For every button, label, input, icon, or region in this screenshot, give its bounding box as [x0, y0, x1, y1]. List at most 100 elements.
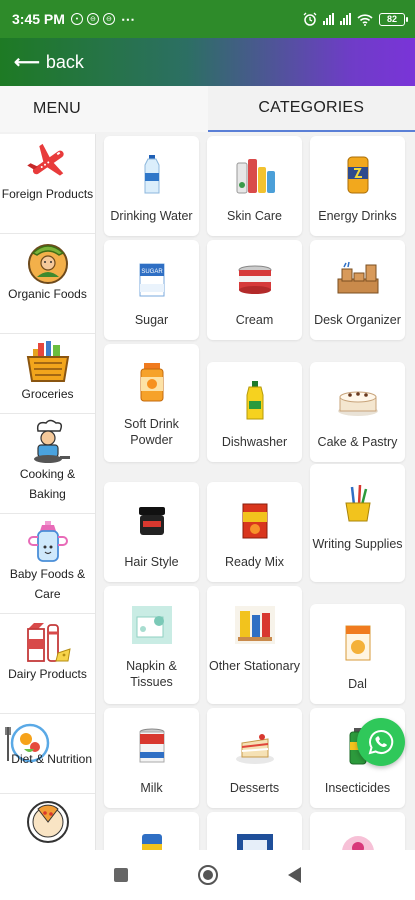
menu-item-label: Diet & Nutrition: [11, 752, 92, 766]
category-card-skin-care[interactable]: Skin Care: [207, 136, 302, 236]
tab-bar: MENU CATEGORIES: [0, 86, 415, 132]
menu-item-label: Foreign Products: [1, 187, 94, 201]
notification-icons: • ⊖ ⊖: [70, 13, 115, 25]
organic-farmer-icon: [24, 240, 72, 284]
home-icon: [203, 870, 213, 880]
menu-item-label: Organic Foods: [8, 287, 87, 301]
menu-item-foreign-products[interactable]: Foreign Products: [0, 134, 95, 234]
category-card-napkin-tissues[interactable]: Napkin & Tissues: [104, 586, 199, 704]
cake-icon: [334, 378, 382, 424]
menu-item-label: Groceries: [21, 387, 74, 401]
energy-drink-can-icon: [334, 152, 382, 198]
category-card[interactable]: [207, 812, 302, 850]
drink-powder-jar-icon: [128, 360, 176, 406]
ready-mix-pack-icon: [231, 498, 279, 544]
menu-item-label: Cooking & Baking: [19, 467, 76, 501]
whatsapp-button[interactable]: [357, 718, 405, 766]
category-label: Cake & Pastry: [317, 435, 398, 449]
category-label: Desk Organizer: [314, 313, 401, 327]
category-label: Dishwasher: [221, 435, 288, 449]
stationery-icon: [231, 602, 279, 648]
wifi-icon: [357, 13, 373, 26]
tab-categories[interactable]: CATEGORIES: [207, 86, 415, 132]
alarm-icon: [303, 12, 317, 26]
menu-sidebar: Foreign Products Organic Foods Groceries…: [0, 134, 96, 850]
menu-item-baby-foods-care[interactable]: Baby Foods & Care: [0, 514, 95, 614]
back-label: back: [45, 51, 84, 72]
category-card-energy-drinks[interactable]: Energy Drinks: [310, 136, 405, 236]
category-label: Hair Style: [124, 555, 179, 569]
app-header: ⟵ back: [0, 38, 415, 86]
category-card-desserts[interactable]: Desserts: [207, 708, 302, 808]
category-label: Insecticides: [324, 781, 391, 795]
category-card-dishwasher[interactable]: Dishwasher: [207, 362, 302, 462]
pizza-plate-icon: [24, 800, 72, 844]
category-label: Energy Drinks: [318, 209, 397, 223]
menu-item-cooking-baking[interactable]: Cooking & Baking: [0, 414, 95, 514]
hair-wax-jar-icon: [128, 498, 176, 544]
product-icon: [334, 828, 382, 850]
menu-item-label: Baby Foods & Care: [9, 567, 86, 601]
category-card-soft-drink-powder[interactable]: Soft Drink Powder: [104, 344, 199, 462]
category-label: Napkin & Tissues: [126, 659, 177, 689]
napkin-icon: [128, 602, 176, 648]
menu-item-dairy-products[interactable]: Dairy Products: [0, 614, 95, 714]
battery-level: 82: [386, 14, 397, 24]
category-card-desk-organizer[interactable]: Desk Organizer: [310, 240, 405, 340]
product-icon: [128, 828, 176, 850]
category-card-drinking-water[interactable]: Drinking Water: [104, 136, 199, 236]
desk-organizer-icon: [334, 256, 382, 302]
tab-menu[interactable]: MENU: [0, 86, 208, 132]
back-button[interactable]: ⟵ back: [14, 52, 84, 73]
status-bar: 3:45 PM • ⊖ ⊖ ⋯ 82: [0, 0, 415, 38]
menu-item-label: Dairy Products: [8, 667, 87, 681]
category-label: Other Stationary: [208, 659, 300, 673]
menu-item-organic-foods[interactable]: Organic Foods: [0, 234, 95, 334]
category-card-milk[interactable]: Milk: [104, 708, 199, 808]
signal-icon: [340, 13, 351, 25]
whatsapp-icon: [368, 729, 394, 755]
skincare-products-icon: [231, 152, 279, 198]
category-card-cream[interactable]: Cream: [207, 240, 302, 340]
category-card[interactable]: [310, 812, 405, 850]
category-card-hair-style[interactable]: Hair Style: [104, 482, 199, 582]
category-label: Skin Care: [227, 209, 282, 223]
chef-icon: [24, 419, 72, 464]
category-label: Writing Supplies: [312, 537, 403, 551]
category-label: Ready Mix: [224, 555, 285, 569]
category-card-writing-supplies[interactable]: Writing Supplies: [310, 464, 405, 582]
category-card-dal[interactable]: Dal: [310, 604, 405, 704]
back-arrow-icon: ⟵: [14, 51, 40, 72]
menu-item-diet-nutrition[interactable]: Diet & Nutrition: [0, 714, 95, 794]
category-label: Soft Drink Powder: [124, 417, 179, 447]
sugar-pack-icon: SUGAR: [128, 256, 176, 302]
dal-pack-icon: [334, 620, 382, 666]
messenger-icon: •: [70, 13, 83, 25]
notification-icon: ⊖: [102, 13, 115, 25]
system-navigation-bar: [0, 850, 415, 900]
category-card[interactable]: [104, 812, 199, 850]
battery-icon: 82: [379, 12, 408, 26]
menu-item-pizza[interactable]: [0, 794, 95, 850]
category-card-cake-pastry[interactable]: Cake & Pastry: [310, 362, 405, 462]
category-card-sugar[interactable]: SUGAR Sugar: [104, 240, 199, 340]
svg-text:SUGAR: SUGAR: [141, 269, 163, 275]
baby-bottle-icon: [24, 520, 72, 564]
pen-holder-icon: [334, 480, 382, 526]
recent-apps-button[interactable]: [114, 868, 128, 882]
airplane-icon: [24, 140, 72, 184]
menu-item-groceries[interactable]: Groceries: [0, 334, 95, 414]
home-button[interactable]: [198, 865, 218, 885]
system-icons: 82: [303, 12, 408, 26]
notification-icon: ⊖: [86, 13, 99, 25]
system-back-button[interactable]: [288, 867, 301, 883]
dessert-icon: [231, 724, 279, 770]
category-label: Dal: [348, 677, 367, 691]
dairy-icon: [24, 620, 72, 664]
milk-can-icon: [128, 724, 176, 770]
category-card-ready-mix[interactable]: Ready Mix: [207, 482, 302, 582]
category-label: Milk: [140, 781, 163, 795]
category-card-other-stationary[interactable]: Other Stationary: [207, 586, 302, 704]
product-icon: [231, 828, 279, 850]
dishwasher-liquid-icon: [231, 378, 279, 424]
